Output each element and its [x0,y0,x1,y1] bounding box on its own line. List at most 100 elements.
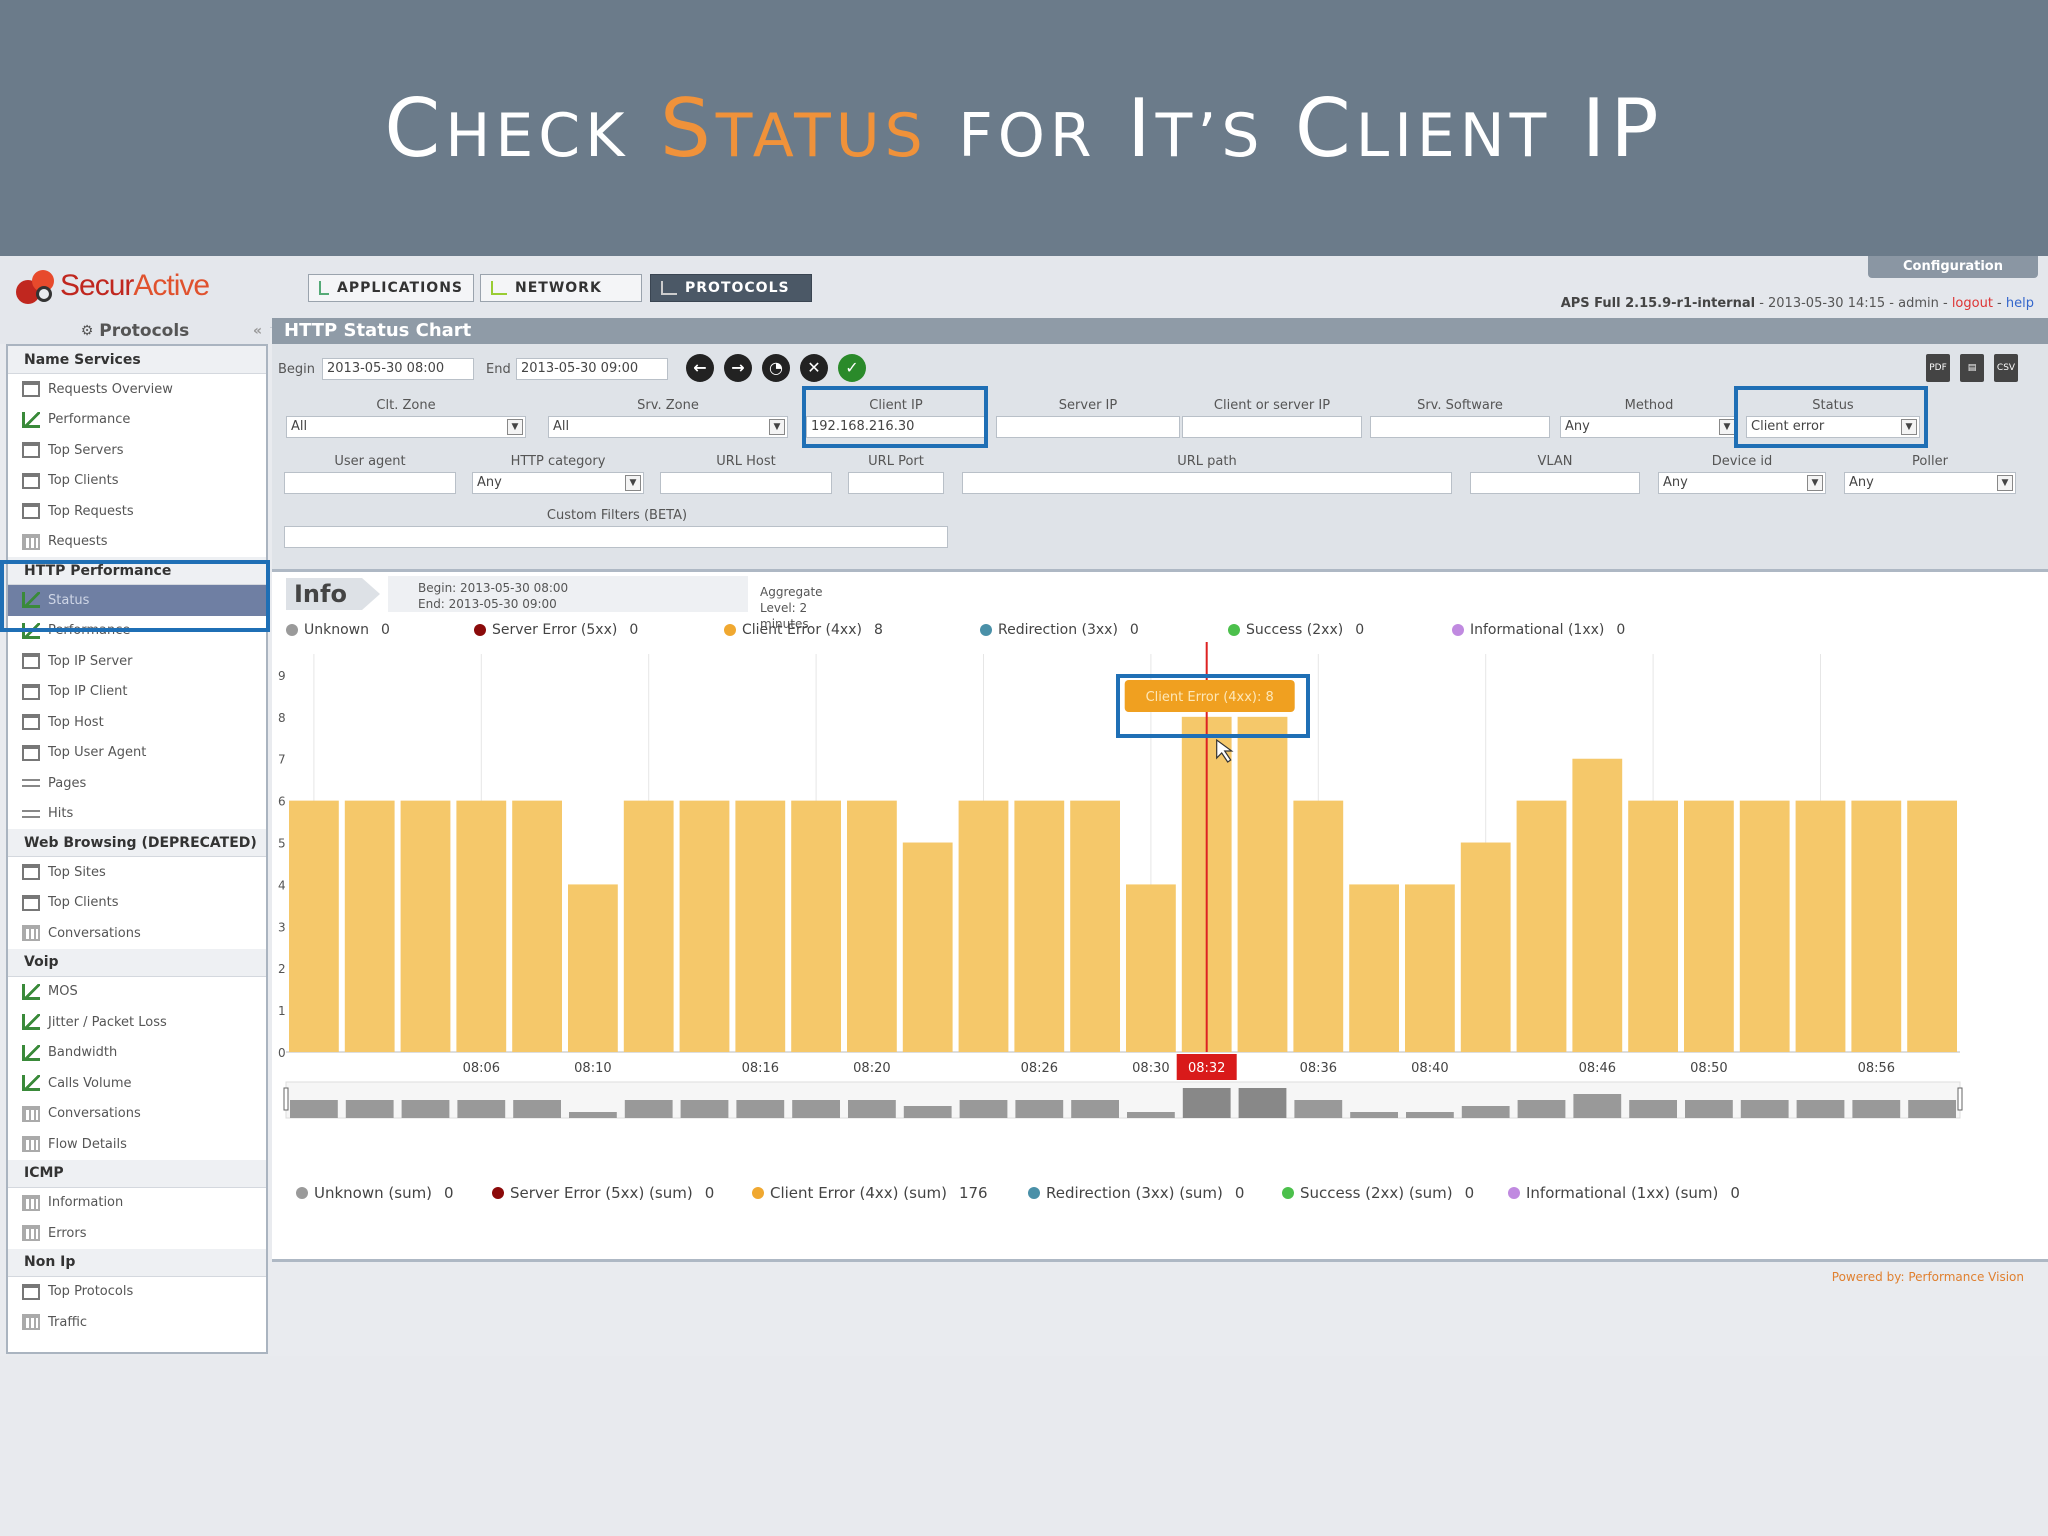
vlan-input[interactable] [1470,472,1640,494]
bar-08:30[interactable] [1126,884,1176,1052]
legend-item[interactable]: Server Error (5xx) (sum) 0 [492,1184,714,1202]
legend-item[interactable]: Redirection (3xx) 0 [980,622,1139,638]
dropdown-arrow-icon[interactable]: ▼ [1997,475,2013,491]
legend-item[interactable]: Server Error (5xx) 0 [474,622,638,638]
bar-08:48[interactable] [1628,800,1678,1052]
sidebar-item-flow-details[interactable]: Flow Details [8,1129,266,1160]
method-select[interactable]: Any ▼ [1560,416,1738,438]
sidebar-item-top-requests[interactable]: Top Requests [8,496,266,527]
sidebar-item-information[interactable]: Information [8,1188,266,1219]
sidebar-item-calls-volume[interactable]: Calls Volume [8,1068,266,1099]
dropdown-arrow-icon[interactable]: ▼ [1807,475,1823,491]
bar-08:36[interactable] [1293,800,1344,1052]
sidebar-item-mos[interactable]: MOS [8,977,266,1008]
bar-08:22[interactable] [902,842,953,1052]
tab-network[interactable]: NETWORK [480,274,642,302]
bar-08:44[interactable] [1516,800,1567,1052]
collapse-icon[interactable]: « [253,323,262,339]
sidebar-item-top-ip-client[interactable]: Top IP Client [8,677,266,708]
srv-zone-select[interactable]: All ▼ [548,416,788,438]
sidebar-item-top-protocols[interactable]: Top Protocols [8,1277,266,1308]
bar-08:04[interactable] [400,800,451,1052]
url-host-input[interactable] [660,472,832,494]
sidebar-item-top-user-agent[interactable]: Top User Agent [8,738,266,769]
sidebar-item-top-clients[interactable]: Top Clients [8,466,266,497]
logout-link[interactable]: logout [1952,296,1993,311]
bar-08:24[interactable] [958,800,1009,1052]
legend-item[interactable]: Success (2xx) (sum) 0 [1282,1184,1474,1202]
begin-date-input[interactable]: 2013-05-30 08:00 [322,358,474,380]
dropdown-arrow-icon[interactable]: ▼ [507,419,523,435]
legend-item[interactable]: Redirection (3xx) (sum) 0 [1028,1184,1244,1202]
poller-select[interactable]: Any ▼ [1844,472,2016,494]
bar-08:58[interactable] [1907,800,1957,1052]
sidebar-item-requests[interactable]: Requests [8,527,266,558]
dropdown-arrow-icon[interactable]: ▼ [1901,419,1917,435]
sidebar-item-performance[interactable]: Performance [8,616,266,647]
sidebar-item-top-ip-server[interactable]: Top IP Server [8,646,266,677]
bar-08:06[interactable] [456,800,507,1052]
sidebar-item-traffic[interactable]: Traffic [8,1307,266,1338]
previous-arrow-icon[interactable]: ← [686,354,714,382]
sidebar-item-top-sites[interactable]: Top Sites [8,857,266,888]
dropdown-arrow-icon[interactable]: ▼ [1719,419,1735,435]
dropdown-arrow-icon[interactable]: ▼ [625,475,641,491]
bar-08:18[interactable] [791,800,841,1052]
user-agent-input[interactable] [284,472,456,494]
status-bar-chart[interactable]: 0 1 2 3 4 5 6 7 8 9 08:06 08:10 08:16 08:20 08:26 08:30… [272,642,2048,1242]
bar-08:52[interactable] [1739,800,1790,1052]
clt-zone-select[interactable]: All ▼ [286,416,526,438]
sidebar-item-top-host[interactable]: Top Host [8,707,266,738]
export-csv-icon[interactable]: CSV [1994,354,2018,382]
sidebar-item-conversations[interactable]: Conversations [8,918,266,949]
sidebar-item-requests-overview[interactable]: Requests Overview [8,374,266,405]
sidebar-item-hits[interactable]: Hits [8,799,266,830]
sidebar-item-performance[interactable]: Performance [8,405,266,436]
navigator-handle-left[interactable] [283,1087,289,1111]
bar-08:20[interactable] [847,800,897,1052]
custom-filters-input[interactable] [284,526,948,548]
navigator-handle-right[interactable] [1957,1087,1963,1111]
legend-item[interactable]: Informational (1xx) (sum) 0 [1508,1184,1740,1202]
sidebar-item-jitter-packet-loss[interactable]: Jitter / Packet Loss [8,1007,266,1038]
bar-08:00[interactable] [289,800,339,1052]
legend-item[interactable]: Unknown 0 [286,622,390,638]
sidebar-item-top-clients[interactable]: Top Clients [8,888,266,919]
apply-check-icon[interactable]: ✓ [838,354,866,382]
bar-08:50[interactable] [1684,800,1734,1052]
bar-08:26[interactable] [1014,800,1065,1052]
bar-08:08[interactable] [512,800,562,1052]
client-ip-input[interactable]: 192.168.216.30 [806,416,986,438]
srv-software-input[interactable] [1370,416,1550,438]
bar-08:40[interactable] [1405,884,1455,1052]
bar-08:34[interactable] [1237,716,1288,1052]
securactive-logo[interactable]: SecurActive [14,264,210,308]
bar-08:12[interactable] [623,800,674,1052]
sidebar-item-errors[interactable]: Errors [8,1218,266,1249]
tab-applications[interactable]: APPLICATIONS [308,274,474,302]
configuration-button[interactable]: Configuration [1868,256,2038,278]
bar-08:14[interactable] [679,800,730,1052]
legend-item[interactable]: Client Error (4xx) (sum) 176 [752,1184,988,1202]
http-category-select[interactable]: Any ▼ [472,472,644,494]
legend-item[interactable]: Unknown (sum) 0 [296,1184,454,1202]
sidebar-item-top-servers[interactable]: Top Servers [8,435,266,466]
legend-item[interactable]: Success (2xx) 0 [1228,622,1364,638]
clock-icon[interactable]: ◔ [762,354,790,382]
end-date-input[interactable]: 2013-05-30 09:00 [516,358,668,380]
client-or-server-ip-input[interactable] [1182,416,1362,438]
url-path-input[interactable] [962,472,1452,494]
footer-brand-link[interactable]: Performance Vision [1908,1270,2024,1284]
print-icon[interactable]: ▤ [1960,354,1984,382]
device-id-select[interactable]: Any ▼ [1658,472,1826,494]
next-arrow-icon[interactable]: → [724,354,752,382]
bar-08:42[interactable] [1460,842,1511,1052]
bar-08:38[interactable] [1349,884,1399,1052]
server-ip-input[interactable] [996,416,1180,438]
bar-08:16[interactable] [735,800,786,1052]
sidebar-item-status[interactable]: Status [8,585,266,616]
status-select[interactable]: Client error ▼ [1746,416,1920,438]
legend-item[interactable]: Informational (1xx) 0 [1452,622,1625,638]
clear-icon[interactable]: ✕ [800,354,828,382]
dropdown-arrow-icon[interactable]: ▼ [769,419,785,435]
